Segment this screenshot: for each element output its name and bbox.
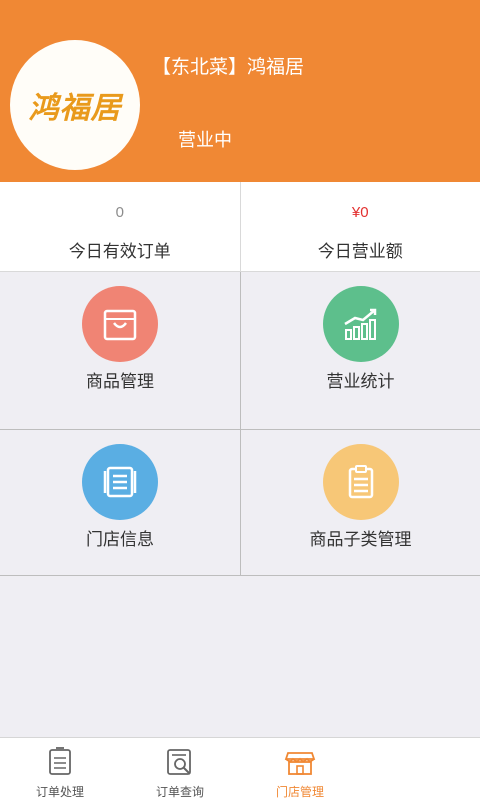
tab-order-query[interactable]: 订单查询 bbox=[120, 738, 240, 800]
shop-logo-text: 鸿福居 bbox=[28, 91, 122, 126]
stat-valid-orders[interactable]: 0 今日有效订单 bbox=[0, 182, 240, 271]
tab-order-query-label: 订单查询 bbox=[155, 785, 204, 799]
menu-store-info-label: 门店信息 bbox=[86, 530, 154, 549]
stat-valid-orders-label: 今日有效订单 bbox=[68, 242, 171, 261]
menu-store-info[interactable]: 门店信息 bbox=[0, 430, 240, 576]
menu-business-statistics[interactable]: 营业统计 bbox=[240, 272, 480, 430]
shop-name: 【东北菜】鸿福居 bbox=[152, 57, 305, 78]
stat-valid-orders-value: 0 bbox=[115, 204, 124, 221]
tab-order-processing[interactable]: 订单处理 bbox=[0, 738, 120, 800]
clipboard-icon bbox=[322, 444, 399, 520]
menu-product-management-label: 商品管理 bbox=[86, 372, 154, 391]
tab-more[interactable] bbox=[360, 738, 480, 800]
bar-chart-icon bbox=[322, 286, 399, 362]
menu-subcategory-management-label: 商品子类管理 bbox=[309, 530, 412, 549]
shop-status: 营业中 bbox=[178, 130, 232, 150]
menu-subcategory-management[interactable]: 商品子类管理 bbox=[240, 430, 480, 576]
today-stats: 0 今日有效订单 ¥0 今日营业额 bbox=[0, 182, 480, 272]
order-icon bbox=[49, 747, 71, 775]
stat-revenue-value: ¥0 bbox=[351, 204, 369, 221]
tab-store-management-label: 门店管理 bbox=[275, 785, 324, 799]
tab-order-processing-label: 订单处理 bbox=[35, 785, 84, 799]
shop-logo: 鸿福居 bbox=[10, 40, 140, 170]
stat-revenue-label: 今日营业额 bbox=[317, 242, 403, 261]
menu-product-management[interactable]: 商品管理 bbox=[0, 272, 240, 430]
document-icon bbox=[82, 444, 158, 520]
shop-header: 鸿福居 【东北菜】鸿福居 营业中 bbox=[0, 0, 480, 182]
store-icon bbox=[284, 752, 316, 775]
menu-grid: 商品管理 营业统计 门店信息 商品子类管理 bbox=[0, 272, 480, 576]
bottom-tab-bar: 订单处理 订单查询 门店管理 bbox=[0, 737, 480, 800]
order-search-icon bbox=[167, 749, 191, 775]
tab-store-management[interactable]: 门店管理 bbox=[240, 738, 360, 800]
stat-revenue[interactable]: ¥0 今日营业额 bbox=[239, 182, 480, 271]
menu-business-statistics-label: 营业统计 bbox=[326, 372, 395, 391]
shopping-bag-icon bbox=[82, 286, 158, 362]
